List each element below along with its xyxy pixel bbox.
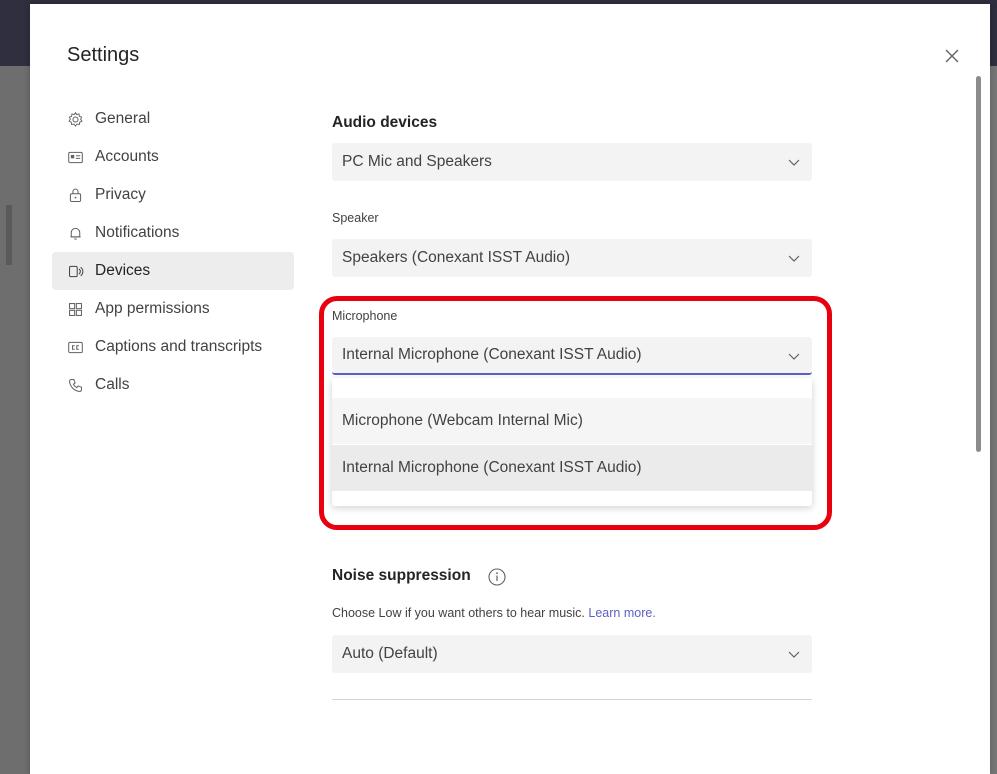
bell-icon: [66, 224, 84, 242]
lock-icon: [66, 186, 84, 204]
microphone-label: Microphone: [332, 309, 398, 323]
sidebar-item-privacy[interactable]: Privacy: [52, 176, 294, 214]
noise-suppression-title: Noise suppression: [332, 567, 471, 584]
microphone-dropdown-list: Microphone (Webcam Internal Mic) Interna…: [332, 378, 812, 506]
settings-sidebar: General Accounts Privacy Notifications D…: [52, 100, 294, 404]
sidebar-item-label: Notifications: [95, 224, 180, 241]
select-value: Speakers (Conexant ISST Audio): [342, 249, 571, 266]
chevron-down-icon: [786, 154, 802, 170]
info-icon[interactable]: [487, 567, 507, 587]
sidebar-item-label: Privacy: [95, 186, 146, 203]
sidebar-item-label: Calls: [95, 376, 130, 393]
id-card-icon: [66, 148, 84, 166]
chevron-down-icon: [786, 348, 802, 364]
close-button[interactable]: [938, 42, 966, 70]
microphone-select[interactable]: Internal Microphone (Conexant ISST Audio…: [332, 337, 812, 375]
chevron-down-icon: [786, 250, 802, 266]
background-app-right: [990, 66, 997, 774]
sidebar-item-app-permissions[interactable]: App permissions: [52, 290, 294, 328]
speaker-label: Speaker: [332, 211, 379, 225]
select-value: Internal Microphone (Conexant ISST Audio…: [342, 346, 642, 363]
speaker-select[interactable]: Speakers (Conexant ISST Audio): [332, 239, 812, 277]
chevron-down-icon: [786, 646, 802, 662]
select-value: Auto (Default): [342, 645, 438, 662]
sidebar-item-accounts[interactable]: Accounts: [52, 138, 294, 176]
noise-helper-text: Choose Low if you want others to hear mu…: [332, 606, 656, 620]
apps-icon: [66, 300, 84, 318]
helper-text: Choose Low if you want others to hear mu…: [332, 606, 585, 620]
sidebar-item-devices[interactable]: Devices: [52, 252, 294, 290]
close-icon: [938, 49, 966, 74]
phone-icon: [66, 376, 84, 394]
sidebar-item-label: Accounts: [95, 148, 159, 165]
noise-suppression-select[interactable]: Auto (Default): [332, 635, 812, 673]
dropdown-option[interactable]: Microphone (Webcam Internal Mic): [332, 398, 812, 444]
learn-more-link[interactable]: Learn more.: [588, 606, 655, 620]
audio-device-select[interactable]: PC Mic and Speakers: [332, 143, 812, 181]
devices-icon: [66, 262, 84, 280]
sidebar-item-notifications[interactable]: Notifications: [52, 214, 294, 252]
audio-devices-title: Audio devices: [332, 114, 438, 131]
sidebar-item-label: General: [95, 110, 151, 127]
sidebar-item-label: Captions and transcripts: [95, 338, 263, 355]
dialog-title: Settings: [67, 44, 140, 66]
sidebar-item-calls[interactable]: Calls: [52, 366, 294, 404]
background-app-left: [0, 66, 30, 774]
cc-icon: [66, 338, 84, 356]
section-divider: [332, 699, 812, 700]
select-value: PC Mic and Speakers: [342, 153, 492, 170]
gear-icon: [66, 110, 84, 128]
sidebar-item-label: App permissions: [95, 300, 210, 317]
devices-content: Audio devices PC Mic and Speakers Speake…: [332, 4, 812, 774]
scrollbar-thumb[interactable]: [976, 76, 981, 452]
sidebar-item-general[interactable]: General: [52, 100, 294, 138]
sidebar-item-label: Devices: [95, 262, 151, 279]
sidebar-item-captions[interactable]: Captions and transcripts: [52, 328, 294, 366]
background-app-strip: [6, 205, 12, 265]
dropdown-option-selected[interactable]: Internal Microphone (Conexant ISST Audio…: [332, 445, 812, 491]
settings-dialog: Settings General Accounts Privacy Notifi…: [30, 4, 990, 774]
